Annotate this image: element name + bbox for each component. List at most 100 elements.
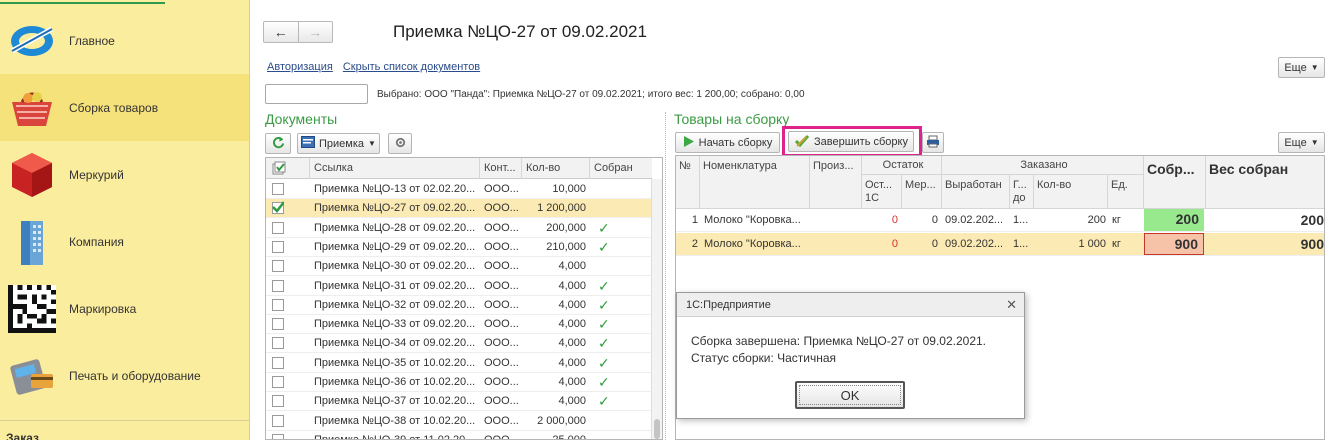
table-row[interactable]: 1 Молоко "Коровка... 0 0 09.02.202... 1... 200… [676, 209, 1324, 232]
col-header-produced[interactable]: Выработан [942, 175, 1010, 209]
table-row[interactable]: Приемка №ЦО-34 от 09.02.20... ООО... 4,000… [266, 334, 652, 354]
cell-collected[interactable]: 900 [1144, 233, 1204, 255]
auth-link[interactable]: Авторизация [267, 61, 333, 73]
sidebar: Главное Сборка товаров Меркурий Компания… [0, 0, 250, 440]
sidebar-item-mercury[interactable]: Меркурий [0, 141, 249, 208]
table-row[interactable]: Приемка №ЦО-27 от 09.02.20... ООО... 1 200… [266, 199, 652, 219]
sidebar-bottom-section[interactable]: Заказ [0, 420, 249, 440]
select-all-checkbox[interactable] [266, 158, 310, 179]
col-header-nomenclature[interactable]: Номенклатура [700, 156, 810, 209]
documents-title: Документы [265, 111, 338, 127]
col-header-link[interactable]: Ссылка [310, 158, 480, 179]
table-row[interactable]: Приемка №ЦО-37 от 10.02.20... ООО... 4,000… [266, 392, 652, 412]
cell-link[interactable]: Приемка №ЦО-38 от 10.02.20... [314, 412, 478, 431]
table-row[interactable]: Приемка №ЦО-28 от 09.02.20... ООО... 200,0… [266, 219, 652, 238]
table-row[interactable]: Приемка №ЦО-13 от 02.02.20... ООО... 10,00… [266, 180, 652, 199]
table-row[interactable]: 2 Молоко "Коровка... 0 0 09.02.202... 1... 1 0… [676, 233, 1324, 256]
sidebar-item-assembly[interactable]: Сборка товаров [0, 74, 249, 141]
cell-nomenclature[interactable]: Молоко "Коровка... [704, 209, 810, 232]
finish-assembly-button[interactable]: Завершить сборку [788, 131, 914, 152]
more-label: Еще [1284, 136, 1307, 149]
row-checkbox[interactable] [272, 260, 284, 273]
table-row[interactable]: Приемка №ЦО-39 от 11.02.20... ООО... 25,00… [266, 431, 652, 439]
cell-link[interactable]: Приемка №ЦО-36 от 10.02.20... [314, 373, 478, 392]
cell-link[interactable]: Приемка №ЦО-34 от 09.02.20... [314, 334, 478, 353]
cell-link[interactable]: Приемка №ЦО-35 от 10.02.20... [314, 354, 478, 373]
col-header-unit[interactable]: Ед. [1108, 175, 1144, 209]
search-input[interactable] [265, 84, 368, 104]
row-checkbox[interactable] [272, 240, 284, 253]
close-icon[interactable]: ✕ [1006, 297, 1017, 313]
col-header-done[interactable]: Собран [590, 158, 652, 179]
back-button[interactable]: ← [264, 22, 298, 42]
col-header-qty[interactable]: Кол-во [1034, 175, 1108, 209]
panel-divider[interactable] [665, 112, 666, 440]
table-row[interactable]: Приемка №ЦО-32 от 09.02.20... ООО... 4,000… [266, 296, 652, 315]
hide-docs-link[interactable]: Скрыть список документов [343, 61, 480, 73]
row-checkbox[interactable] [272, 221, 284, 234]
col-header-stock-meas[interactable]: Мер... [902, 175, 942, 209]
refresh-icon [272, 136, 285, 152]
sidebar-item-marking[interactable]: Маркировка [0, 275, 249, 342]
cell-link[interactable]: Приемка №ЦО-30 от 09.02.20... [314, 257, 478, 276]
row-checkbox[interactable] [272, 318, 284, 331]
cell-link[interactable]: Приемка №ЦО-32 от 09.02.20... [314, 296, 478, 315]
settings-button[interactable] [388, 133, 412, 154]
cell-link[interactable]: Приемка №ЦО-31 от 09.02.20... [314, 277, 478, 296]
cell-stock-1c: 0 [891, 214, 898, 226]
row-checkbox[interactable] [272, 201, 284, 215]
documents-table: Ссылка Конт... Кол-во Собран Приемка №ЦО… [265, 157, 663, 440]
cell-collected[interactable]: 200 [1144, 209, 1204, 231]
cell-n: 1 [691, 214, 698, 226]
sidebar-item-company[interactable]: Компания [0, 208, 249, 275]
cell-link[interactable]: Приемка №ЦО-37 от 10.02.20... [314, 392, 478, 411]
col-header-collected[interactable]: Собр... [1144, 156, 1206, 209]
row-checkbox[interactable] [272, 183, 284, 195]
cell-link[interactable]: Приемка №ЦО-27 от 09.02.20... [314, 199, 478, 218]
row-checkbox[interactable] [272, 279, 284, 292]
table-row[interactable]: Приемка №ЦО-36 от 10.02.20... ООО... 4,000… [266, 373, 652, 392]
table-row[interactable]: Приемка №ЦО-35 от 10.02.20... ООО... 4,000… [266, 354, 652, 373]
col-header-n[interactable]: № [676, 156, 700, 209]
table-row[interactable]: Приемка №ЦО-29 от 09.02.20... ООО... 210,0… [266, 238, 652, 257]
start-assembly-button[interactable]: Начать сборку [675, 132, 780, 153]
col-header-qty[interactable]: Кол-во [522, 158, 590, 179]
table-row[interactable]: Приемка №ЦО-38 от 10.02.20... ООО... 2 000… [266, 412, 652, 431]
sidebar-item-main[interactable]: Главное [0, 7, 249, 74]
sidebar-item-print[interactable]: Печать и оборудование [0, 342, 249, 409]
col-header-producer[interactable]: Произ... [810, 156, 862, 209]
row-checkbox[interactable] [272, 298, 284, 311]
ok-button[interactable]: OK [795, 381, 905, 409]
cell-link[interactable]: Приемка №ЦО-13 от 02.02.20... [314, 180, 478, 199]
row-checkbox[interactable] [272, 433, 284, 439]
col-header-stock-1c[interactable]: Ост... 1С [862, 175, 902, 209]
chevron-down-icon: ▼ [1310, 63, 1319, 72]
scrollbar-thumb[interactable] [654, 419, 660, 439]
row-checkbox[interactable] [272, 356, 284, 369]
more-button-top[interactable]: Еще ▼ [1278, 57, 1325, 78]
more-button-goods[interactable]: Еще ▼ [1278, 132, 1325, 153]
cell-link[interactable]: Приемка №ЦО-33 от 09.02.20... [314, 315, 478, 334]
forward-button[interactable]: → [297, 22, 333, 42]
cell-valid: 1... [1013, 238, 1029, 250]
cell-link[interactable]: Приемка №ЦО-29 от 09.02.20... [314, 238, 478, 257]
documents-scrollbar[interactable] [651, 179, 662, 439]
type-filter-dropdown[interactable]: Приемка ▼ [297, 133, 380, 154]
row-checkbox[interactable] [272, 395, 284, 408]
building-icon [6, 216, 58, 268]
col-header-weight[interactable]: Вес собран [1206, 156, 1324, 209]
row-checkbox[interactable] [272, 337, 284, 350]
row-checkbox[interactable] [272, 414, 284, 427]
col-header-contractor[interactable]: Конт... [480, 158, 522, 179]
table-row[interactable]: Приемка №ЦО-30 от 09.02.20... ООО... 4,000 [266, 257, 652, 277]
row-checkbox[interactable] [272, 376, 284, 388]
cell-contractor: ООО... [484, 260, 519, 273]
table-row[interactable]: Приемка №ЦО-31 от 09.02.20... ООО... 4,000… [266, 277, 652, 296]
cell-link[interactable]: Приемка №ЦО-28 от 09.02.20... [314, 219, 478, 238]
cell-link[interactable]: Приемка №ЦО-39 от 11.02.20... [314, 431, 478, 439]
col-header-valid[interactable]: Г... до [1010, 175, 1034, 209]
cell-nomenclature[interactable]: Молоко "Коровка... [704, 233, 810, 256]
table-row[interactable]: Приемка №ЦО-33 от 09.02.20... ООО... 4,000… [266, 315, 652, 335]
refresh-button[interactable] [265, 133, 291, 154]
print-button[interactable] [922, 132, 944, 153]
